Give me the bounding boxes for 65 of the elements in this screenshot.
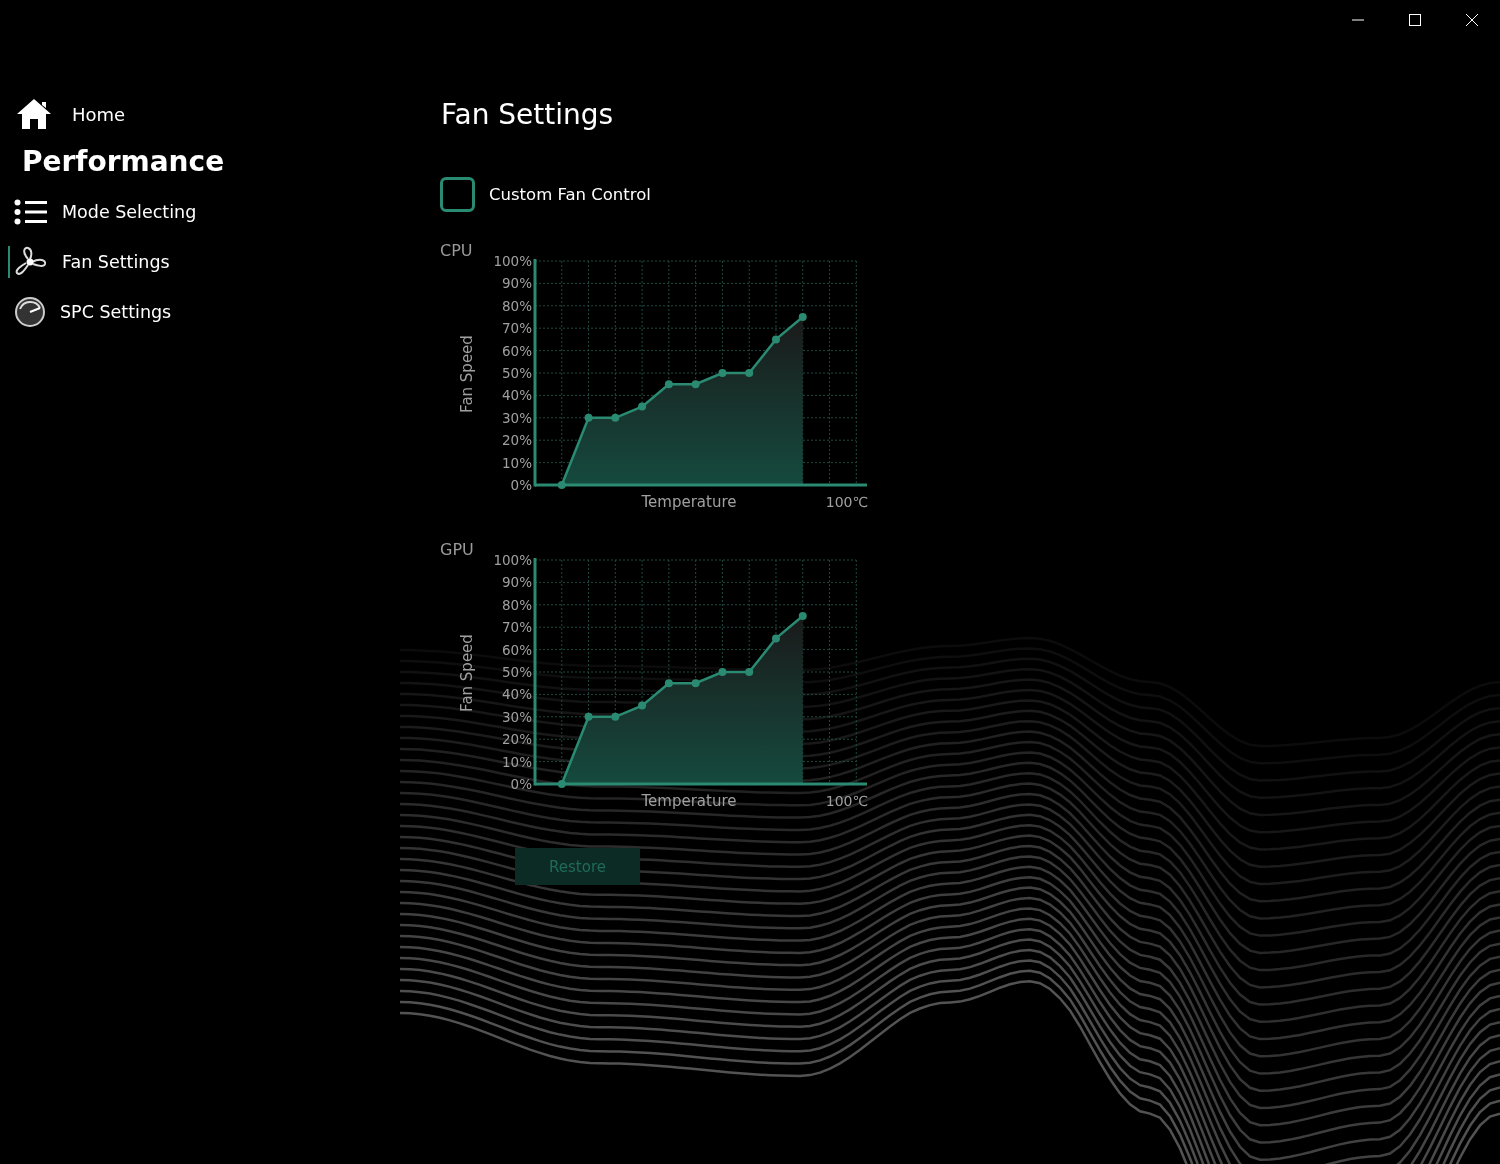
y-tick-label: 40% [502,387,532,404]
gauge-icon [14,296,46,328]
y-tick-label: 60% [502,641,532,658]
minimize-icon[interactable] [1351,19,1364,21]
point [798,313,807,321]
x-axis-label: Temperature [641,493,737,511]
fan-curve[interactable] [557,313,807,489]
close-icon[interactable] [1465,14,1478,26]
y-tick-label: 70% [502,619,532,636]
maximize-icon[interactable] [1408,14,1421,26]
point [638,701,647,710]
y-axis-label: Fan Speed [458,335,476,413]
fan-icon [14,246,48,278]
checkbox-label: Custom Fan Control [489,185,651,204]
section-title: Performance [22,145,226,178]
point [611,413,620,422]
fan-curve[interactable] [557,612,807,788]
point [771,634,780,643]
y-tick-label: 80% [502,297,532,314]
point [718,369,727,377]
point [745,369,754,377]
y-tick-label: 20% [502,432,532,449]
sidebar-item[interactable]: SPC Settings [0,290,178,334]
page-title: Fan Settings [441,98,615,131]
x-axis-end-label: 100℃ [825,793,869,809]
sidebar-item[interactable]: Mode Selecting [0,190,203,234]
home-link[interactable]: Home [72,103,126,125]
y-tick-label: 30% [502,708,532,725]
point [718,668,727,676]
checkbox[interactable] [440,177,475,212]
point [771,335,780,344]
x-axis-end-label: 100℃ [825,494,869,510]
sidebar-item[interactable]: Fan Settings [0,240,176,284]
chart-title: CPU [440,241,473,260]
y-tick-label: 40% [502,686,532,703]
y-tick-label: 0% [510,477,532,493]
point [745,668,754,676]
y-tick-label: 30% [502,409,532,426]
point [638,402,647,411]
y-tick-label: 20% [502,731,532,748]
y-tick-label: 50% [502,365,532,381]
point [584,413,593,422]
point [664,380,673,389]
y-tick-label: 90% [502,574,532,591]
point [664,679,673,688]
x-axis-label: Temperature [641,792,737,810]
y-tick-label: 10% [502,454,532,471]
point [584,712,593,721]
point [798,612,807,620]
y-tick-label: 70% [502,320,532,337]
y-tick-label: 60% [502,342,532,359]
y-axis-label: Fan Speed [458,634,476,712]
y-tick-label: 10% [502,753,532,770]
y-tick-label: 50% [502,664,532,680]
y-tick-label: 100% [493,552,532,568]
point [691,380,700,389]
home-icon[interactable] [16,98,52,130]
y-tick-label: 90% [502,275,532,292]
point [611,712,620,721]
y-tick-label: 100% [493,253,532,269]
y-tick-label: 0% [510,776,532,792]
list-icon [14,199,48,225]
point [691,679,700,688]
chart-title: GPU [440,540,474,559]
y-tick-label: 80% [502,596,532,613]
